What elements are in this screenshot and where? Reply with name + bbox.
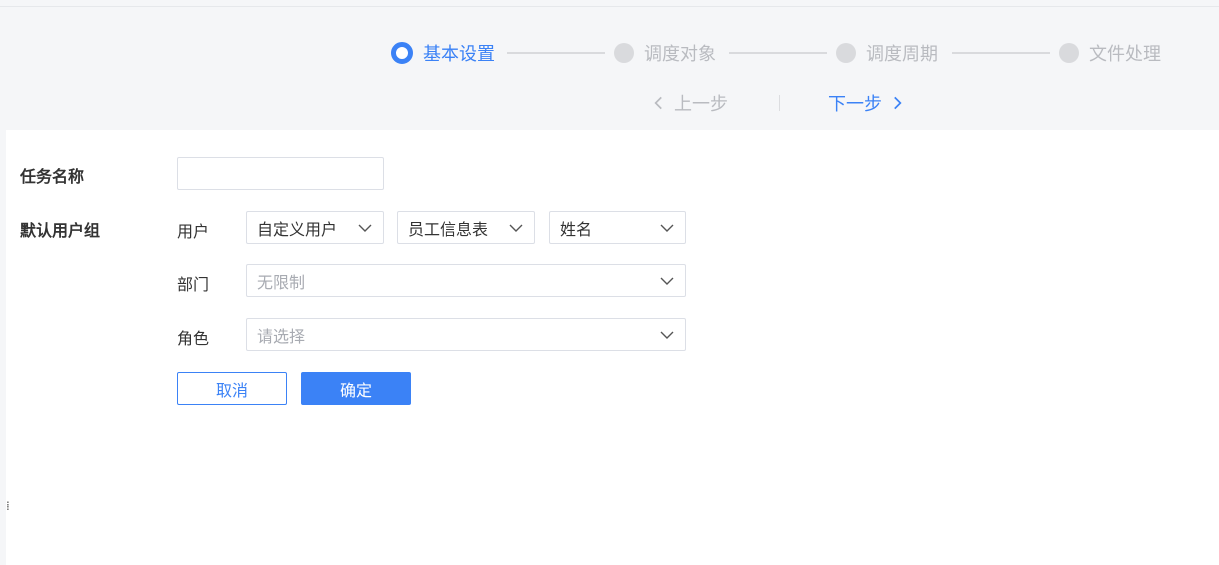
cancel-button[interactable]: 取消: [177, 372, 287, 405]
chevron-down-icon: [358, 224, 372, 232]
step-label: 基本设置: [423, 44, 495, 65]
user-field-select[interactable]: 姓名: [549, 211, 686, 244]
role-select[interactable]: 请选择: [246, 318, 686, 351]
role-placeholder: 请选择: [257, 326, 306, 346]
task-name-input[interactable]: [177, 157, 384, 190]
department-select[interactable]: 无限制: [246, 264, 686, 297]
chevron-down-icon: [509, 224, 523, 232]
prev-step-label: 上一步: [674, 94, 728, 115]
next-step-button[interactable]: 下一步: [828, 90, 906, 116]
step-label: 文件处理: [1089, 44, 1161, 65]
step-connector: [507, 52, 605, 54]
user-type-value: 自定义用户: [257, 219, 338, 239]
step-inactive-dot-icon: [836, 43, 856, 63]
user-type-select[interactable]: 自定义用户: [246, 211, 384, 244]
step-connector: [729, 52, 827, 54]
department-placeholder: 无限制: [257, 272, 306, 292]
step-inactive-dot-icon: [614, 43, 634, 63]
nav-divider: [779, 95, 780, 111]
chevron-right-icon: [894, 96, 902, 110]
step-inactive-dot-icon: [1059, 43, 1079, 63]
prev-step-button[interactable]: 上一步: [650, 90, 728, 116]
department-label: 部门: [177, 275, 210, 294]
chevron-down-icon: [660, 224, 674, 232]
step-label: 调度对象: [644, 44, 716, 65]
chevron-down-icon: [660, 331, 674, 339]
next-step-label: 下一步: [828, 94, 882, 115]
form-panel: ⁞ 任务名称 默认用户组 用户 自定义用户 员工信息表 姓名 部门 无限制 角色…: [6, 130, 1219, 565]
step-label: 调度周期: [866, 44, 938, 65]
collapse-handle-icon[interactable]: ⁞: [6, 498, 10, 514]
step-file-processing[interactable]: 文件处理: [1059, 41, 1161, 65]
user-group-label: 默认用户组: [20, 221, 101, 240]
task-name-label: 任务名称: [20, 167, 85, 186]
step-active-dot-icon: [391, 42, 413, 64]
step-schedule-object[interactable]: 调度对象: [614, 41, 716, 65]
chevron-down-icon: [660, 277, 674, 285]
confirm-button[interactable]: 确定: [301, 372, 411, 405]
user-table-select[interactable]: 员工信息表: [397, 211, 535, 244]
chevron-left-icon: [654, 96, 662, 110]
step-schedule-period[interactable]: 调度周期: [836, 41, 938, 65]
user-table-value: 员工信息表: [408, 219, 489, 239]
step-connector: [952, 52, 1050, 54]
user-label: 用户: [177, 222, 210, 241]
top-divider: [0, 6, 1219, 7]
user-field-value: 姓名: [560, 219, 593, 239]
step-basic-settings[interactable]: 基本设置: [391, 41, 495, 65]
role-label: 角色: [177, 329, 210, 348]
